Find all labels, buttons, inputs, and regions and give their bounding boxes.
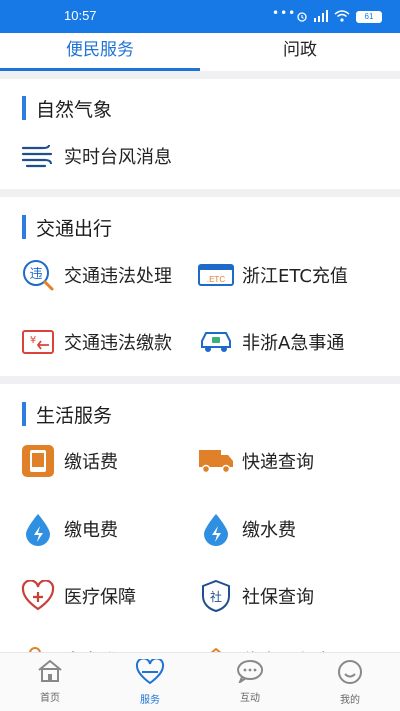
item-fine-payment[interactable]: ¥ 交通违法缴款	[20, 322, 172, 362]
item-traffic-violation[interactable]: 违 交通违法处理	[20, 255, 172, 295]
traffic-violation-icon: 违	[20, 257, 56, 293]
smiley-profile-icon	[338, 660, 362, 684]
home-icon	[38, 659, 62, 682]
status-bar: 10:57 ••• 61	[0, 0, 400, 33]
section-title-weather: 自然气象	[22, 96, 112, 121]
section-divider	[0, 71, 400, 79]
item-electricity-bill[interactable]: 缴电费	[20, 509, 118, 549]
item-non-zhejiang-a-car[interactable]: 非浙A急事通	[198, 322, 344, 362]
alarm-icon	[297, 12, 307, 22]
item-social-security-query[interactable]: 社 社保查询	[198, 576, 314, 616]
svg-text:.ETC: .ETC	[207, 275, 225, 284]
heart-service-icon	[135, 657, 165, 685]
typhoon-wind-icon	[20, 138, 56, 174]
section-divider	[0, 189, 400, 197]
svg-text:社: 社	[210, 589, 222, 604]
item-medical-insurance[interactable]: 医疗保障	[20, 576, 136, 616]
battery-indicator: 61	[356, 11, 382, 23]
item-delivery-query[interactable]: 快递查询	[198, 441, 314, 481]
svg-text:¥: ¥	[30, 335, 36, 346]
wifi-icon	[334, 10, 350, 22]
electricity-drop-icon	[20, 511, 56, 547]
item-phone-bill[interactable]: 缴话费	[20, 441, 118, 481]
svg-text:违: 违	[29, 267, 42, 282]
signal-icon	[314, 10, 328, 22]
section-divider	[0, 376, 400, 384]
water-drop-icon	[198, 511, 234, 547]
nav-services[interactable]: 服务	[100, 657, 200, 706]
section-title-life: 生活服务	[22, 402, 112, 427]
social-security-shield-icon: 社	[198, 578, 234, 614]
car-icon	[198, 324, 234, 360]
fine-payment-icon: ¥	[20, 324, 56, 360]
chat-bubble-icon	[237, 660, 264, 685]
bottom-navigation: 首页 服务 互动 我的	[0, 652, 400, 711]
delivery-truck-icon	[198, 443, 234, 479]
tab-inquiry[interactable]: 问政	[200, 33, 400, 71]
item-etc-recharge[interactable]: .ETC 浙江ETC充值	[198, 255, 348, 295]
phone-bill-icon	[20, 443, 56, 479]
tab-convenience-services[interactable]: 便民服务	[0, 33, 200, 71]
notification-dots: •••	[272, 6, 297, 20]
medical-heart-icon	[20, 578, 56, 614]
etc-card-icon: .ETC	[198, 257, 234, 293]
nav-interaction[interactable]: 互动	[200, 659, 300, 704]
section-title-traffic: 交通出行	[22, 215, 112, 240]
nav-home[interactable]: 首页	[0, 659, 100, 704]
item-water-bill[interactable]: 缴水费	[198, 509, 296, 549]
clock: 10:57	[64, 8, 97, 23]
top-tabs: 便民服务 问政	[0, 33, 400, 71]
nav-profile[interactable]: 我的	[300, 659, 400, 706]
item-typhoon-news[interactable]: 实时台风消息	[20, 136, 172, 176]
